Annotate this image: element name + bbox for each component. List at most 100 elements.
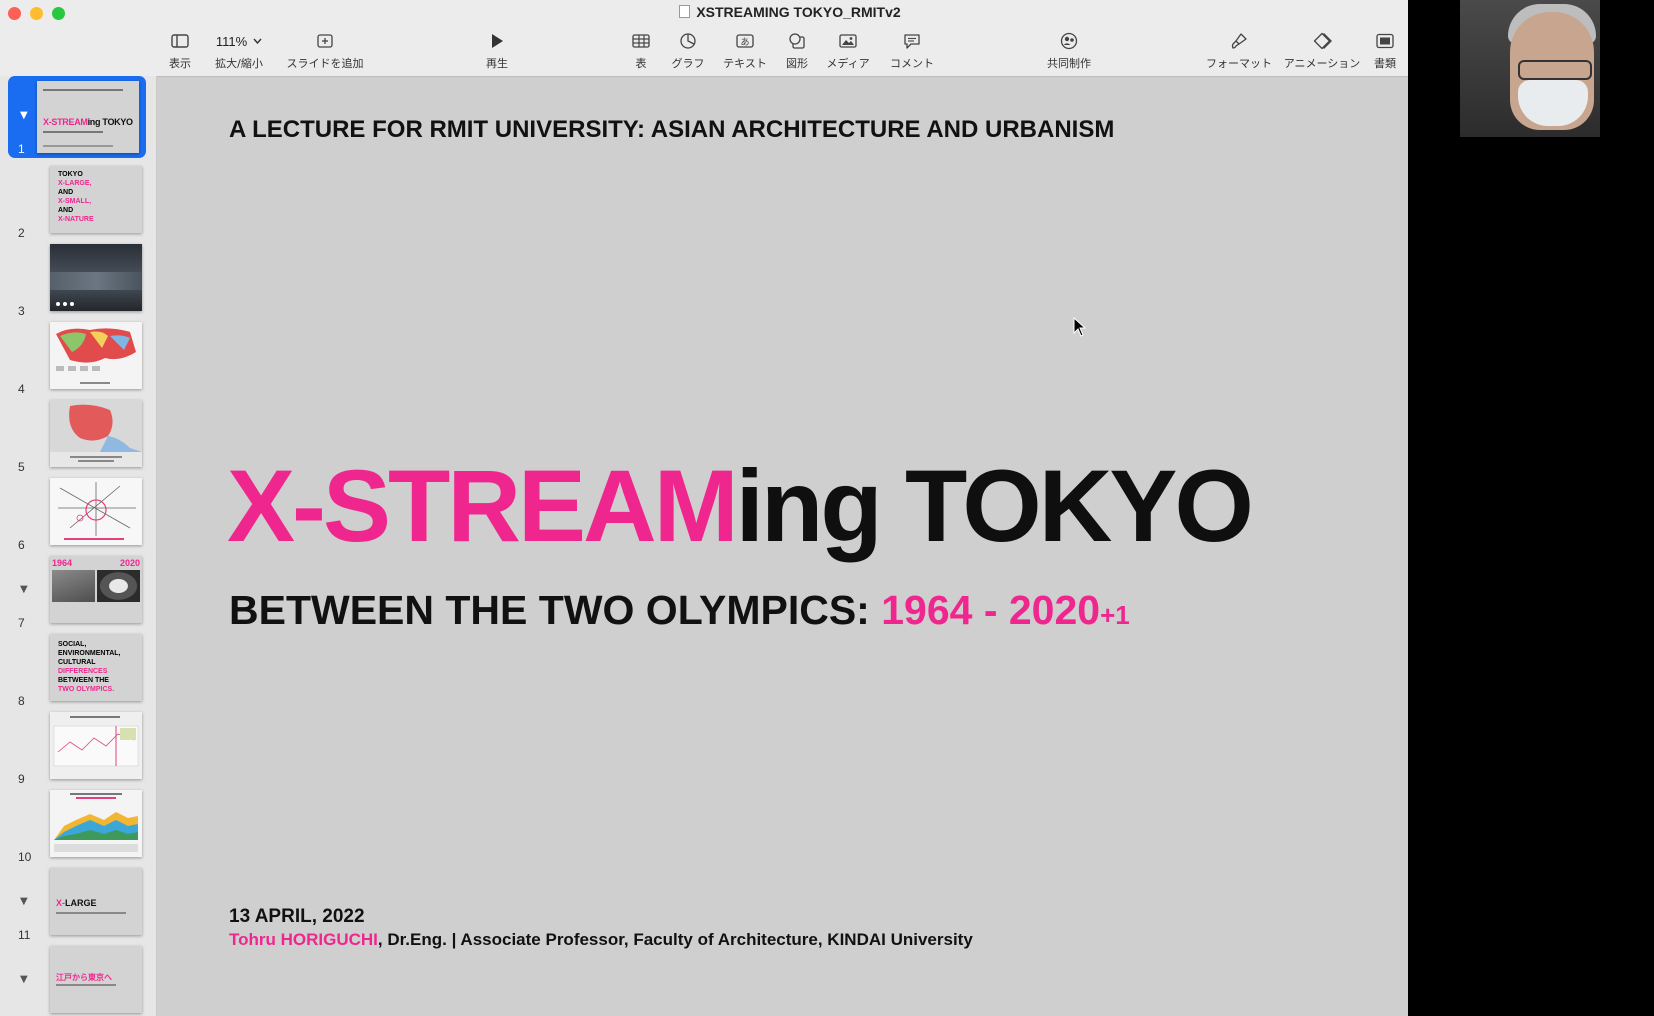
text-line	[56, 984, 116, 986]
slide-thumbnail-preview	[50, 790, 142, 857]
shape-button[interactable]: 図形	[782, 30, 812, 71]
image-icon	[839, 34, 857, 48]
slide-thumbnail-preview	[50, 400, 142, 467]
collaborate-button[interactable]: 共同制作	[1040, 30, 1098, 71]
thumb-1-title: X-STREAMing TOKYO	[43, 117, 133, 127]
chevron-down-icon[interactable]: ▼	[20, 974, 28, 985]
chevron-down-icon[interactable]: ▼	[20, 110, 28, 121]
collaborate-icon	[1060, 32, 1078, 50]
slide-thumbnail-preview	[50, 322, 142, 389]
person-glasses	[1518, 60, 1592, 80]
slide-thumbnail-1[interactable]: ▼ X-STREAMing TOKYO 1	[8, 76, 146, 158]
slide-canvas[interactable]: A LECTURE FOR RMIT UNIVERSITY: ASIAN ARC…	[157, 77, 1408, 1016]
slide-thumbnail-8[interactable]: SOCIAL, ENVIRONMENTAL, CULTURAL DIFFEREN…	[8, 628, 146, 710]
lecture-date[interactable]: 13 APRIL, 2022	[229, 906, 365, 928]
slide-thumbnail-preview: 1964 2020	[50, 556, 142, 623]
author-name: Tohru HORIGUCHI	[229, 930, 378, 949]
thumb-11-title-pink: X-	[56, 898, 65, 908]
slide-thumbnail-7[interactable]: ▼ 1964 2020 7	[8, 550, 146, 632]
slide-thumbnail-5[interactable]: 5	[8, 394, 146, 476]
collaborate-label: 共同制作	[1047, 57, 1091, 70]
media-button[interactable]: メディア	[823, 30, 873, 71]
slide-thumbnail-11[interactable]: ▼ X-LARGE 11	[8, 862, 146, 944]
thumb-12-title: 江戸から東京へ	[56, 973, 112, 982]
headline-pink: X-STREAM	[227, 449, 739, 563]
media-label: メディア	[826, 57, 870, 70]
slide-thumbnail-10[interactable]: 10	[8, 784, 146, 866]
slide-thumbnail-preview: 江戸から東京へ	[50, 946, 142, 1013]
document-inspector-icon	[1376, 33, 1394, 49]
slide-thumbnail-preview: TOKYO X-LARGE, AND X-SMALL, AND X-NATURE	[50, 166, 142, 233]
text-button[interactable]: あ テキスト	[720, 30, 770, 71]
text-line	[43, 131, 103, 133]
format-button[interactable]: フォーマット	[1204, 30, 1274, 71]
author-line[interactable]: Tohru HORIGUCHI, Dr.Eng. | Associate Pro…	[229, 930, 973, 950]
animate-button[interactable]: アニメーション	[1282, 30, 1362, 71]
comment-icon	[904, 34, 920, 49]
slide-thumbnail-preview	[50, 478, 142, 545]
document-button[interactable]: 書類	[1370, 30, 1400, 71]
slide-thumbnail-6[interactable]: 6	[8, 472, 146, 554]
thumb-7-year-left: 1964	[52, 558, 73, 568]
table-icon	[632, 34, 650, 48]
thumb-8-line: BETWEEN THE	[58, 677, 109, 684]
text-label: テキスト	[723, 57, 767, 70]
slide-thumbnail-12[interactable]: ▼ 江戸から東京へ	[8, 940, 146, 1016]
thumb-1-title-pink: X-STREAM	[43, 117, 88, 127]
thumb-2-line: X-NATURE	[58, 216, 94, 223]
svg-text:あ: あ	[740, 37, 749, 48]
thumb-7-year-right: 2020	[119, 558, 140, 568]
map-thumbnail	[50, 400, 142, 462]
slide-headline[interactable]: X-STREAMing TOKYO	[227, 455, 1254, 557]
zoom-dropdown[interactable]: 111% 拡大/縮小	[208, 30, 270, 71]
thumb-8-line: SOCIAL,	[58, 641, 87, 648]
thumb-1-title-dark: ing TOKYO	[87, 117, 133, 127]
add-slide-button[interactable]: スライドを追加	[284, 30, 366, 71]
table-label: 表	[635, 57, 647, 70]
slide-navigator: ▼ X-STREAMing TOKYO 1 TOKYO X-LARGE, AND…	[0, 76, 157, 1016]
thumb-11-title-dark: LARGE	[65, 898, 97, 908]
document-title: XSTREAMING TOKYO_RMITv2	[0, 4, 1408, 20]
author-affiliation: , Dr.Eng. | Associate Professor, Faculty…	[377, 930, 973, 949]
play-label: 再生	[486, 57, 508, 70]
text-line	[43, 89, 123, 91]
paintbrush-icon	[1231, 33, 1247, 49]
slide-thumbnail-preview: X-LARGE	[50, 868, 142, 935]
thumb-2-line: X-SMALL,	[58, 198, 92, 205]
document-label: 書類	[1374, 57, 1396, 70]
comment-button[interactable]: コメント	[884, 30, 940, 71]
thumb-8-line: CULTURAL	[58, 659, 96, 666]
webcam-video	[1460, 0, 1600, 137]
headline-dark: ing TOKYO	[735, 449, 1254, 563]
slide-thumbnail-9[interactable]: 9	[8, 706, 146, 788]
animate-icon	[1313, 32, 1332, 50]
text-line	[43, 145, 113, 147]
chevron-down-icon[interactable]: ▼	[20, 896, 28, 907]
zoom-label: 拡大/縮小	[215, 57, 263, 70]
slide-number: 1	[18, 142, 25, 156]
thumb-2-line: TOKYO	[58, 171, 83, 178]
thumb-2-line: AND	[58, 207, 74, 214]
slide-subtitle[interactable]: BETWEEN THE TWO OLYMPICS: 1964 - 2020+1	[229, 587, 1130, 634]
lecture-title[interactable]: A LECTURE FOR RMIT UNIVERSITY: ASIAN ARC…	[229, 116, 1114, 144]
sidebar-icon	[171, 34, 189, 48]
chevron-down-icon[interactable]: ▼	[20, 584, 28, 595]
shape-label: 図形	[786, 57, 808, 70]
play-button[interactable]: 再生	[480, 30, 514, 71]
mouse-cursor-icon	[1073, 317, 1087, 337]
text-box-icon: あ	[736, 34, 754, 48]
chart-button[interactable]: グラフ	[668, 30, 708, 71]
table-button[interactable]: 表	[626, 30, 656, 71]
comment-label: コメント	[890, 57, 934, 70]
dot	[56, 302, 60, 306]
slide-thumbnail-2[interactable]: TOKYO X-LARGE, AND X-SMALL, AND X-NATURE…	[8, 160, 146, 242]
play-icon	[492, 34, 503, 48]
thumb-8-line: DIFFERENCES	[58, 668, 108, 675]
dot	[70, 302, 74, 306]
slide-thumbnail-preview: X-STREAMing TOKYO	[37, 81, 139, 153]
view-button[interactable]: 表示	[162, 30, 198, 71]
slide-thumbnail-3[interactable]: 3	[8, 238, 146, 320]
slide-thumbnail-4[interactable]: 4	[8, 316, 146, 398]
chart-icon	[680, 33, 696, 49]
chevron-down-icon	[253, 38, 262, 44]
